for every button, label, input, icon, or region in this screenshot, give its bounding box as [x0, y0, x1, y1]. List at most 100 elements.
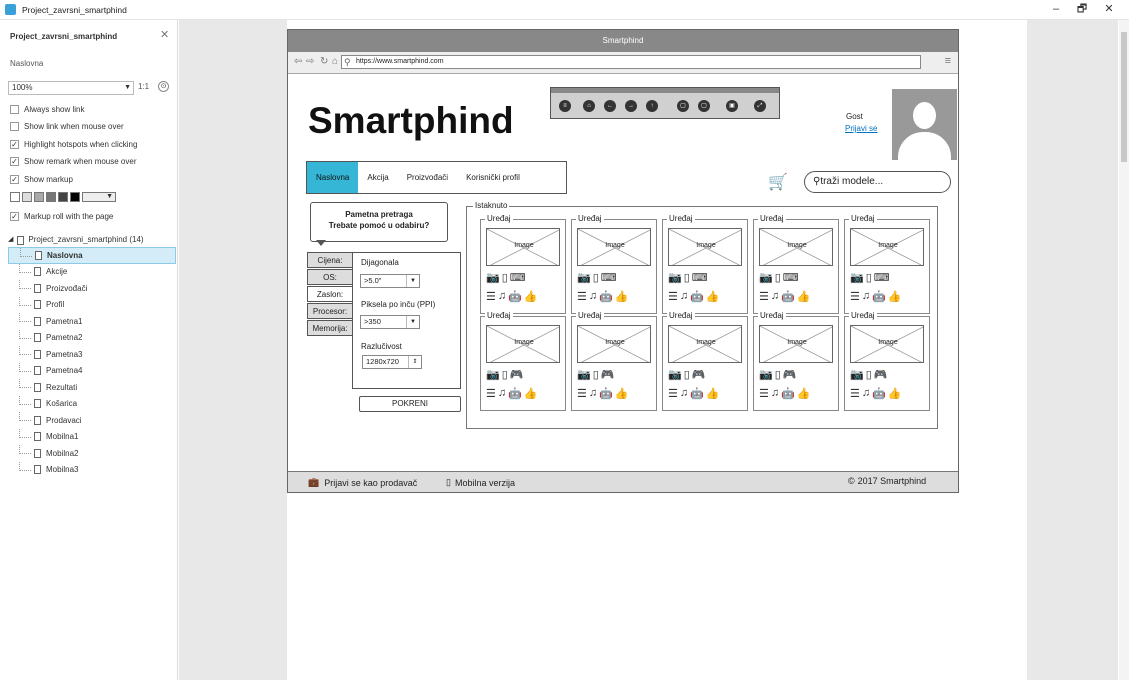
save-icon[interactable]: ▣: [726, 100, 738, 112]
swatch[interactable]: [46, 192, 56, 202]
scrollbar-thumb[interactable]: [1121, 32, 1127, 162]
collapse-icon[interactable]: ◢: [8, 233, 13, 247]
minimize-button[interactable]: –: [1045, 1, 1067, 17]
tree-root[interactable]: ◢ Project_zavrsni_smartphind (14): [8, 233, 176, 247]
tab-2[interactable]: Proizvođači: [398, 162, 457, 193]
diagonal-label: Dijagonala: [361, 258, 399, 267]
home-icon[interactable]: ⌂: [332, 56, 338, 67]
zoom-select[interactable]: 100% ▼: [8, 81, 134, 95]
option-5[interactable]: ✓ Markup roll with the page: [10, 210, 113, 222]
tree-page-0[interactable]: Naslovna: [8, 247, 176, 264]
home-icon[interactable]: ⌂: [583, 100, 595, 112]
device-card[interactable]: Uređaj Image 📷 ▯ ⌨ ☰ ♫ 🤖 👍: [571, 214, 657, 314]
device-card[interactable]: Uređaj Image 📷 ▯ 🎮 ☰ ♫ 🤖 👍: [480, 311, 566, 411]
checkbox[interactable]: ✓: [10, 139, 19, 149]
image-label: Image: [514, 242, 534, 249]
tree-page-9[interactable]: Košarica: [8, 395, 176, 413]
filter-tab-3[interactable]: Procesor:: [307, 303, 353, 319]
line-style-select[interactable]: ▼: [82, 192, 116, 202]
run-button[interactable]: POKRENI: [359, 396, 461, 412]
tree-page-6[interactable]: Pametna3: [8, 346, 176, 363]
vertical-scrollbar[interactable]: [1119, 20, 1129, 680]
option-3[interactable]: ✓ Show remark when mouse over: [10, 155, 137, 167]
swatch[interactable]: [34, 192, 44, 202]
filter-tab-1[interactable]: OS:: [307, 269, 353, 285]
filter-tab-0[interactable]: Cijena:: [307, 252, 353, 268]
device-card[interactable]: Uređaj Image 📷 ▯ 🎮 ☰ ♫ 🤖 👍: [571, 311, 657, 411]
up-icon[interactable]: ↑: [646, 100, 658, 112]
menu-icon[interactable]: ≡: [559, 100, 571, 112]
tree-page-11[interactable]: Mobilna1: [8, 428, 176, 446]
tree-page-4[interactable]: Pametna1: [8, 313, 176, 330]
tree-page-10[interactable]: Prodavaci: [8, 412, 176, 429]
login-link[interactable]: Prijavi se: [845, 124, 877, 133]
filter-tab-4[interactable]: Memorija:: [307, 320, 353, 336]
url-field[interactable]: ⚲ https://www.smartphind.com: [341, 55, 921, 69]
music-icon: ♫: [679, 387, 689, 399]
option-1[interactable]: Show link when mouse over: [10, 120, 124, 132]
checkbox[interactable]: ✓: [10, 156, 19, 166]
checkbox[interactable]: [10, 121, 19, 131]
fit-icon[interactable]: ⊙: [158, 81, 169, 92]
camera-icon: 📷: [759, 272, 773, 284]
avatar[interactable]: [892, 89, 957, 160]
smart-search-bubble[interactable]: Pametna pretraga Trebate pomoć u odabiru…: [310, 202, 448, 242]
back-icon[interactable]: ⇦: [294, 56, 302, 67]
checkbox[interactable]: [10, 104, 19, 114]
tree-page-13[interactable]: Mobilna3: [8, 461, 176, 479]
tree-page-3[interactable]: Profil: [8, 296, 176, 314]
tree-page-12[interactable]: Mobilna2: [8, 445, 176, 462]
option-4[interactable]: ✓ Show markup: [10, 173, 73, 185]
tree-page-2[interactable]: Proizvođači: [8, 280, 176, 297]
feature-icons: ☰ ♫ 🤖 👍: [759, 387, 811, 400]
forward-icon[interactable]: →: [625, 100, 637, 112]
site-logo[interactable]: Smartphind: [308, 100, 514, 142]
tree-page-8[interactable]: Rezultati: [8, 379, 176, 396]
checkbox[interactable]: ✓: [10, 211, 19, 221]
feature-icons: 📷 ▯ 🎮: [850, 368, 887, 381]
device-card[interactable]: Uređaj Image 📷 ▯ ⌨ ☰ ♫ 🤖 👍: [480, 214, 566, 314]
icon-toolbar: ≡ ⌂ ← → ↑ ▢ ▢ ▣ ⤢: [550, 87, 780, 119]
filter-tab-2[interactable]: Zaslon:: [307, 286, 353, 302]
device-card[interactable]: Uređaj Image 📷 ▯ 🎮 ☰ ♫ 🤖 👍: [844, 311, 930, 411]
checkbox[interactable]: ✓: [10, 174, 19, 184]
back-icon[interactable]: ←: [604, 100, 616, 112]
ppi-select[interactable]: >350 ▼: [360, 315, 420, 329]
forward-icon[interactable]: ⇨: [306, 56, 314, 67]
device-card[interactable]: Uređaj Image 📷 ▯ ⌨ ☰ ♫ 🤖 👍: [662, 214, 748, 314]
refresh-icon[interactable]: ↻: [320, 56, 328, 67]
swatch[interactable]: [10, 192, 20, 202]
search-input[interactable]: ⚲traži modele...: [804, 171, 951, 193]
mobile-version-link[interactable]: ▯ Mobilna verzija: [446, 477, 515, 488]
device-card[interactable]: Uređaj Image 📷 ▯ 🎮 ☰ ♫ 🤖 👍: [753, 311, 839, 411]
tab-3[interactable]: Korisnički profil: [457, 162, 529, 193]
cart-icon[interactable]: 🛒: [768, 172, 788, 192]
option-0[interactable]: Always show link: [10, 103, 84, 115]
image-placeholder: Image: [668, 325, 742, 363]
tree-page-1[interactable]: Akcije: [8, 263, 176, 281]
restore-button[interactable]: 🗗: [1071, 1, 1093, 17]
music-icon: ♫: [770, 290, 780, 302]
tree-page-7[interactable]: Pametna4: [8, 362, 176, 380]
tab-0[interactable]: Naslovna: [307, 162, 359, 193]
diagonal-select[interactable]: >5.0" ▼: [360, 274, 420, 288]
menu-icon[interactable]: ≡: [945, 55, 951, 67]
fullscreen-icon[interactable]: ⤢: [754, 100, 766, 112]
close-window-button[interactable]: ✕: [1098, 1, 1120, 17]
phone-icon: ▯: [501, 272, 508, 284]
swatch[interactable]: [70, 192, 80, 202]
device-card[interactable]: Uređaj Image 📷 ▯ ⌨ ☰ ♫ 🤖 👍: [844, 214, 930, 314]
ratio-button[interactable]: 1:1: [138, 82, 149, 91]
swatch[interactable]: [22, 192, 32, 202]
swatch[interactable]: [58, 192, 68, 202]
seller-login-link[interactable]: 💼 Prijavi se kao prodavač: [308, 477, 417, 488]
tree-page-5[interactable]: Pametna2: [8, 329, 176, 347]
paste-icon[interactable]: ▢: [698, 100, 710, 112]
sidebar-close-button[interactable]: ✕: [160, 28, 169, 41]
device-card[interactable]: Uređaj Image 📷 ▯ 🎮 ☰ ♫ 🤖 👍: [662, 311, 748, 411]
option-2[interactable]: ✓ Highlight hotspots when clicking: [10, 138, 137, 150]
resolution-stepper[interactable]: 1280x720 ⇕: [362, 355, 422, 369]
copy-icon[interactable]: ▢: [677, 100, 689, 112]
tab-1[interactable]: Akcija: [358, 162, 397, 193]
device-card[interactable]: Uređaj Image 📷 ▯ ⌨ ☰ ♫ 🤖 👍: [753, 214, 839, 314]
